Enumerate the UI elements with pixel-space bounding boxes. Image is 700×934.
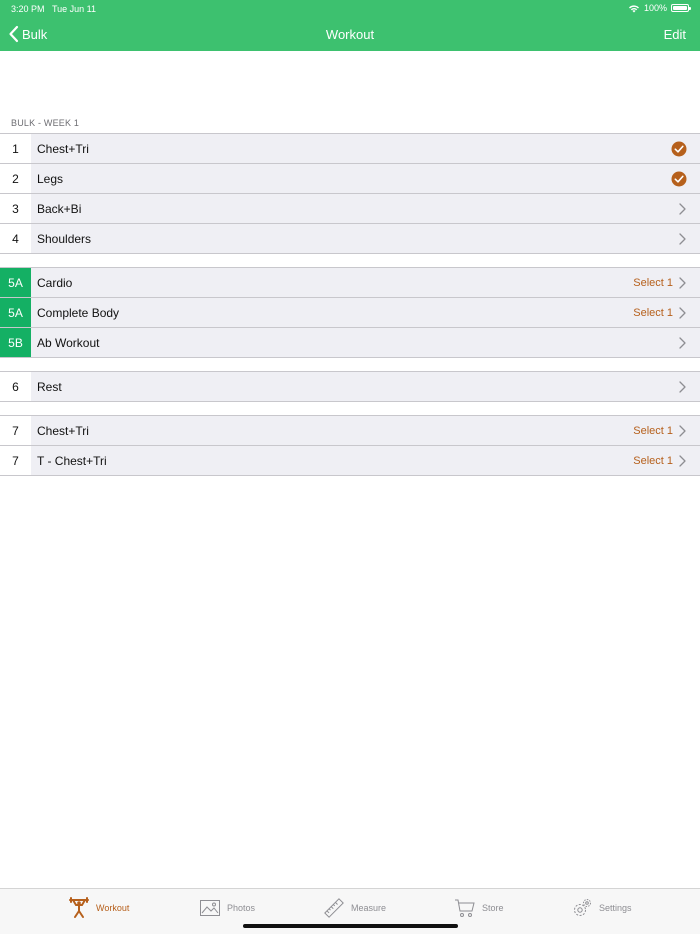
workout-group: 6 Rest <box>0 371 700 402</box>
day-number: 7 <box>0 446 31 475</box>
tab-label: Photos <box>227 903 256 913</box>
chevron-right-icon <box>679 306 686 319</box>
workout-row[interactable]: 7 Chest+Tri Select 1 <box>0 416 700 446</box>
workout-row[interactable]: 2 Legs <box>0 164 700 194</box>
nav-header: 3:20 PM Tue Jun 11 100% Bulk Workout Edi… <box>0 0 700 51</box>
tab-workout[interactable]: Workout <box>68 897 129 919</box>
edit-button[interactable]: Edit <box>664 27 686 42</box>
day-number: 5B <box>0 328 31 357</box>
status-date: Tue Jun 11 <box>52 4 97 14</box>
workout-name: Rest <box>37 379 62 394</box>
workout-group: 5A Cardio Select 1 5A Complete Body Select 15… <box>0 267 700 358</box>
wifi-icon <box>628 4 639 12</box>
chevron-right-icon <box>679 276 686 289</box>
chevron-right-icon <box>679 232 686 245</box>
workout-group: 7 Chest+Tri Select 1 7 T - Chest+Tri Select 1 <box>0 415 700 476</box>
row-accessory <box>671 141 687 157</box>
gear-icon <box>574 899 591 916</box>
status-right: 100% <box>628 3 691 13</box>
row-accessory <box>671 171 687 187</box>
checkmark-icon <box>671 171 687 186</box>
status-time: 3:20 PM <box>11 4 45 14</box>
cart-icon <box>455 899 475 917</box>
day-number: 2 <box>0 164 31 193</box>
day-number: 7 <box>0 416 31 445</box>
workout-row[interactable]: 6 Rest <box>0 372 700 402</box>
home-indicator <box>243 924 458 928</box>
select-label: Select 1 <box>633 454 673 467</box>
tab-label: Settings <box>599 903 632 913</box>
tab-label: Workout <box>96 903 130 913</box>
row-accessory: Select 1 <box>633 307 686 319</box>
battery-percent: 100% <box>643 3 667 13</box>
chevron-right-icon <box>679 380 686 393</box>
workout-row[interactable]: 1 Chest+Tri <box>0 134 700 164</box>
row-accessory <box>679 202 686 215</box>
row-accessory: Select 1 <box>633 455 686 467</box>
select-label: Select 1 <box>633 276 673 289</box>
tab-settings[interactable]: Settings <box>571 897 632 919</box>
row-accessory <box>679 232 686 245</box>
workout-row[interactable]: 7 T - Chest+Tri Select 1 <box>0 446 700 476</box>
workout-name: Chest+Tri <box>37 423 89 438</box>
ruler-icon <box>324 898 344 918</box>
section-header: BULK - WEEK 1 <box>11 118 80 128</box>
tab-label: Measure <box>351 903 387 913</box>
tab-store[interactable]: Store <box>454 897 504 919</box>
workout-name: Back+Bi <box>37 201 82 216</box>
workout-name: Chest+Tri <box>37 141 89 156</box>
chevron-right-icon <box>679 454 686 467</box>
workout-row[interactable]: 5A Cardio Select 1 <box>0 268 700 298</box>
day-number: 6 <box>0 372 31 401</box>
row-accessory <box>679 380 686 393</box>
checkmark-icon <box>671 141 687 156</box>
select-label: Select 1 <box>633 306 673 319</box>
day-number: 3 <box>0 194 31 223</box>
workout-name: T - Chest+Tri <box>37 453 107 468</box>
workout-row[interactable]: 3 Back+Bi <box>0 194 700 224</box>
battery-icon <box>671 4 691 12</box>
weightlifter-icon <box>69 897 89 918</box>
tab-photos[interactable]: Photos <box>199 897 255 919</box>
workout-row[interactable]: 5A Complete Body Select 1 <box>0 298 700 328</box>
chevron-right-icon <box>679 424 686 437</box>
workout-row[interactable]: 5B Ab Workout <box>0 328 700 358</box>
workout-row[interactable]: 4 Shoulders <box>0 224 700 254</box>
row-accessory <box>679 336 686 349</box>
chevron-right-icon <box>679 202 686 215</box>
photo-icon <box>200 900 220 916</box>
workout-name: Cardio <box>37 275 73 290</box>
day-number: 4 <box>0 224 31 253</box>
select-label: Select 1 <box>633 424 673 437</box>
workout-name: Ab Workout <box>37 335 100 350</box>
day-number: 5A <box>0 268 31 297</box>
page-title: Workout <box>325 27 375 42</box>
day-number: 1 <box>0 134 31 163</box>
workout-name: Complete Body <box>37 305 120 320</box>
tab-label: Store <box>482 903 504 913</box>
tab-measure[interactable]: Measure <box>323 897 386 919</box>
workout-name: Legs <box>37 171 64 186</box>
row-accessory: Select 1 <box>633 277 686 289</box>
chevron-right-icon <box>679 336 686 349</box>
status-bar: 3:20 PM Tue Jun 11 100% <box>0 0 700 17</box>
day-number: 5A <box>0 298 31 327</box>
row-accessory: Select 1 <box>633 425 686 437</box>
workout-group: 1 Chest+Tri 2 Legs 3 Back+Bi 4 Shoulders <box>0 133 700 254</box>
workout-name: Shoulders <box>37 231 92 246</box>
